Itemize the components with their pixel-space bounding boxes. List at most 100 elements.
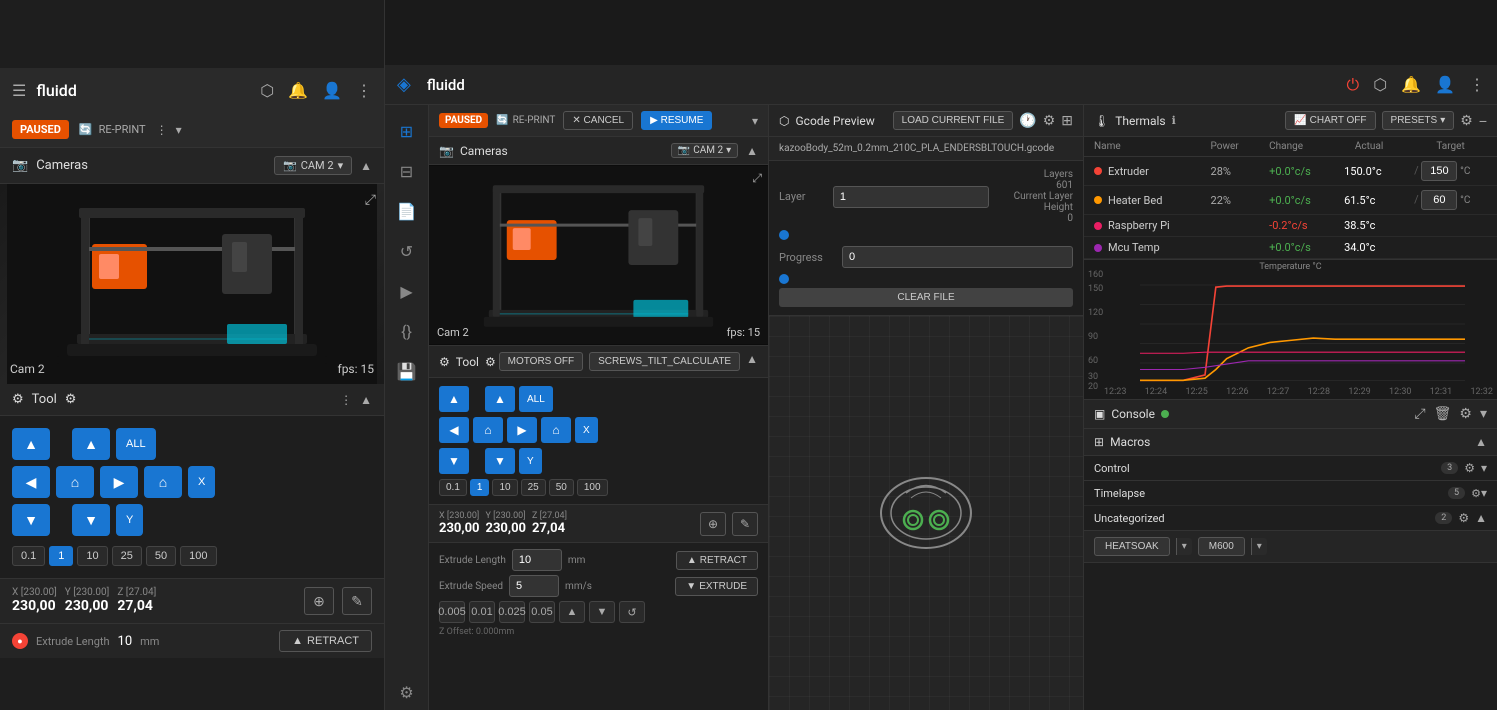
- desktop-offset-0.025[interactable]: 0.025: [499, 601, 525, 623]
- heatsoak-btn[interactable]: HEATSOAK: [1094, 537, 1170, 556]
- thermals-info-icon[interactable]: ℹ: [1172, 114, 1176, 127]
- desktop-up-btn[interactable]: ▲: [439, 386, 469, 412]
- sidebar-files-icon[interactable]: 📄: [389, 193, 425, 229]
- gcode-expand-btn[interactable]: ⊞: [1061, 112, 1073, 129]
- temp-target-input[interactable]: [1421, 190, 1457, 210]
- desktop-offset-0.005[interactable]: 0.005: [439, 601, 465, 623]
- desktop-inc-100[interactable]: 100: [577, 479, 608, 496]
- mobile-home-y-btn[interactable]: Y: [116, 504, 143, 536]
- mobile-all-btn[interactable]: ALL: [116, 428, 156, 460]
- desktop-inc-50[interactable]: 50: [549, 479, 574, 496]
- macros-header[interactable]: ⊞ Macros ▲: [1084, 429, 1497, 456]
- thermals-expand-btn[interactable]: −: [1479, 111, 1487, 130]
- mobile-inc-0.1[interactable]: 0.1: [12, 546, 45, 566]
- macro-group-control-header[interactable]: Control 3 ⚙ ▾: [1084, 456, 1497, 480]
- chart-off-btn[interactable]: 📈 CHART OFF: [1285, 111, 1375, 130]
- macro-control-settings[interactable]: ⚙: [1464, 461, 1475, 475]
- mobile-cam-badge[interactable]: 📷 CAM 2 ▾: [274, 156, 352, 175]
- sidebar-config-icon[interactable]: {}: [389, 313, 425, 349]
- mobile-fullscreen-btn[interactable]: ⤢: [365, 192, 376, 208]
- desktop-home-x-btn[interactable]: X: [575, 417, 598, 443]
- desktop-retract-btn[interactable]: ▲ RETRACT: [676, 551, 758, 570]
- console-expand-icon[interactable]: ⤢: [1414, 406, 1425, 422]
- sidebar-history-icon[interactable]: ↺: [389, 233, 425, 269]
- mobile-home-z-btn[interactable]: ⌂: [144, 466, 182, 498]
- macro-uncategorized-expand[interactable]: ▲: [1475, 511, 1487, 525]
- m600-btn[interactable]: M600: [1198, 537, 1245, 556]
- m600-dropdown[interactable]: ▾: [1251, 538, 1267, 555]
- mobile-right-btn[interactable]: ▶: [100, 466, 138, 498]
- macro-group-timelapse[interactable]: Timelapse 5 ⚙ ▾: [1084, 481, 1497, 506]
- macro-group-uncategorized-header[interactable]: Uncategorized 2 ⚙ ▲: [1084, 506, 1497, 530]
- mobile-left-btn[interactable]: ◀: [12, 466, 50, 498]
- desktop-motors-off-btn[interactable]: MOTORS OFF: [499, 352, 583, 371]
- mobile-camera-expand[interactable]: ▲: [360, 159, 372, 173]
- gcode-clear-file-btn[interactable]: CLEAR FILE: [779, 288, 1073, 307]
- mobile-home-btn[interactable]: ⌂: [56, 466, 94, 498]
- presets-btn[interactable]: PRESETS ▾: [1382, 111, 1455, 130]
- desktop-more-icon[interactable]: ⋮: [1469, 75, 1485, 95]
- mobile-status-more[interactable]: ⋮: [156, 123, 168, 137]
- bell-icon[interactable]: 🔔: [288, 81, 308, 100]
- person-icon[interactable]: 👤: [322, 81, 342, 100]
- desktop-camera-expand[interactable]: ▲: [746, 144, 758, 158]
- mobile-inc-50[interactable]: 50: [146, 546, 176, 566]
- monitor-icon[interactable]: ⬡: [260, 81, 274, 100]
- temp-target-input[interactable]: [1421, 161, 1457, 181]
- mobile-coord-btn1[interactable]: ⊕: [304, 587, 334, 615]
- desktop-offset-0.05[interactable]: 0.05: [529, 601, 555, 623]
- desktop-right-btn[interactable]: ▶: [507, 417, 537, 443]
- macro-timelapse-settings[interactable]: ⚙: [1471, 487, 1481, 500]
- gcode-progress-input[interactable]: [842, 246, 1073, 268]
- desktop-inc-10[interactable]: 10: [492, 479, 517, 496]
- desktop-tool-expand[interactable]: ▲: [746, 352, 758, 371]
- gcode-clock-btn[interactable]: 🕐: [1019, 112, 1036, 129]
- desktop-offset-up[interactable]: ▲: [559, 601, 585, 623]
- mobile-reprint-label[interactable]: RE-PRINT: [99, 123, 146, 136]
- desktop-extrude-length-input[interactable]: [512, 549, 562, 571]
- desktop-inc-25[interactable]: 25: [521, 479, 546, 496]
- desktop-tool-gear[interactable]: ⚙: [485, 355, 496, 369]
- mobile-status-expand[interactable]: ▾: [176, 123, 182, 137]
- desktop-cam-badge[interactable]: 📷 CAM 2 ▾: [671, 143, 738, 158]
- console-collapse-icon[interactable]: ▾: [1480, 406, 1487, 422]
- desktop-down-btn[interactable]: ▼: [439, 448, 469, 474]
- desktop-home-y-btn[interactable]: Y: [519, 448, 542, 474]
- desktop-power-icon[interactable]: ⏻: [1347, 75, 1360, 95]
- desktop-left-btn[interactable]: ◀: [439, 417, 469, 443]
- desktop-coord-btn1[interactable]: ⊕: [700, 512, 726, 536]
- desktop-fullscreen-btn[interactable]: ⤢: [752, 171, 762, 186]
- console-delete-icon[interactable]: 🗑: [1434, 406, 1452, 422]
- console-header[interactable]: ▣ Console ⤢ 🗑 ⚙ ▾: [1084, 400, 1497, 428]
- desktop-z-down-btn[interactable]: ▼: [485, 448, 515, 474]
- more-icon[interactable]: ⋮: [356, 81, 372, 100]
- desktop-home-btn[interactable]: ⌂: [473, 417, 503, 443]
- mobile-tool-gear[interactable]: ⚙: [65, 392, 77, 407]
- gcode-load-btn[interactable]: LOAD CURRENT FILE: [893, 111, 1014, 130]
- desktop-all-btn[interactable]: ALL: [519, 386, 553, 412]
- mobile-inc-25[interactable]: 25: [112, 546, 142, 566]
- sidebar-home-icon[interactable]: ⊞: [389, 113, 425, 149]
- desktop-offset-0.01[interactable]: 0.01: [469, 601, 495, 623]
- console-settings-icon[interactable]: ⚙: [1459, 406, 1472, 422]
- gcode-slider-dot[interactable]: [779, 230, 789, 240]
- mobile-inc-1[interactable]: 1: [49, 546, 73, 566]
- desktop-bell-icon[interactable]: 🔔: [1401, 75, 1421, 95]
- desktop-reprint-label[interactable]: RE-PRINT: [513, 115, 556, 126]
- desktop-resume-btn[interactable]: ▶ RESUME: [641, 111, 712, 130]
- mobile-home-x-btn[interactable]: X: [188, 466, 215, 498]
- mobile-tool-header[interactable]: ⚙ Tool ⚙ ⋮ ▲: [0, 384, 384, 416]
- mobile-z-up-btn[interactable]: ▲: [72, 428, 110, 460]
- desktop-inc-0.1[interactable]: 0.1: [439, 479, 467, 496]
- mobile-inc-10[interactable]: 10: [77, 546, 107, 566]
- mobile-coord-btn2[interactable]: ✎: [342, 587, 372, 615]
- desktop-screws-btn[interactable]: SCREWS_TILT_CALCULATE: [589, 352, 740, 371]
- desktop-status-more[interactable]: ▾: [752, 114, 758, 128]
- mobile-inc-100[interactable]: 100: [180, 546, 216, 566]
- mobile-up-btn[interactable]: ▲: [12, 428, 50, 460]
- gcode-settings-btn[interactable]: ⚙: [1043, 112, 1056, 129]
- sidebar-storage-icon[interactable]: 💾: [389, 353, 425, 389]
- desktop-person-icon[interactable]: 👤: [1435, 75, 1455, 95]
- mobile-tool-more[interactable]: ⋮: [340, 393, 352, 407]
- desktop-home-z-btn[interactable]: ⌂: [541, 417, 571, 443]
